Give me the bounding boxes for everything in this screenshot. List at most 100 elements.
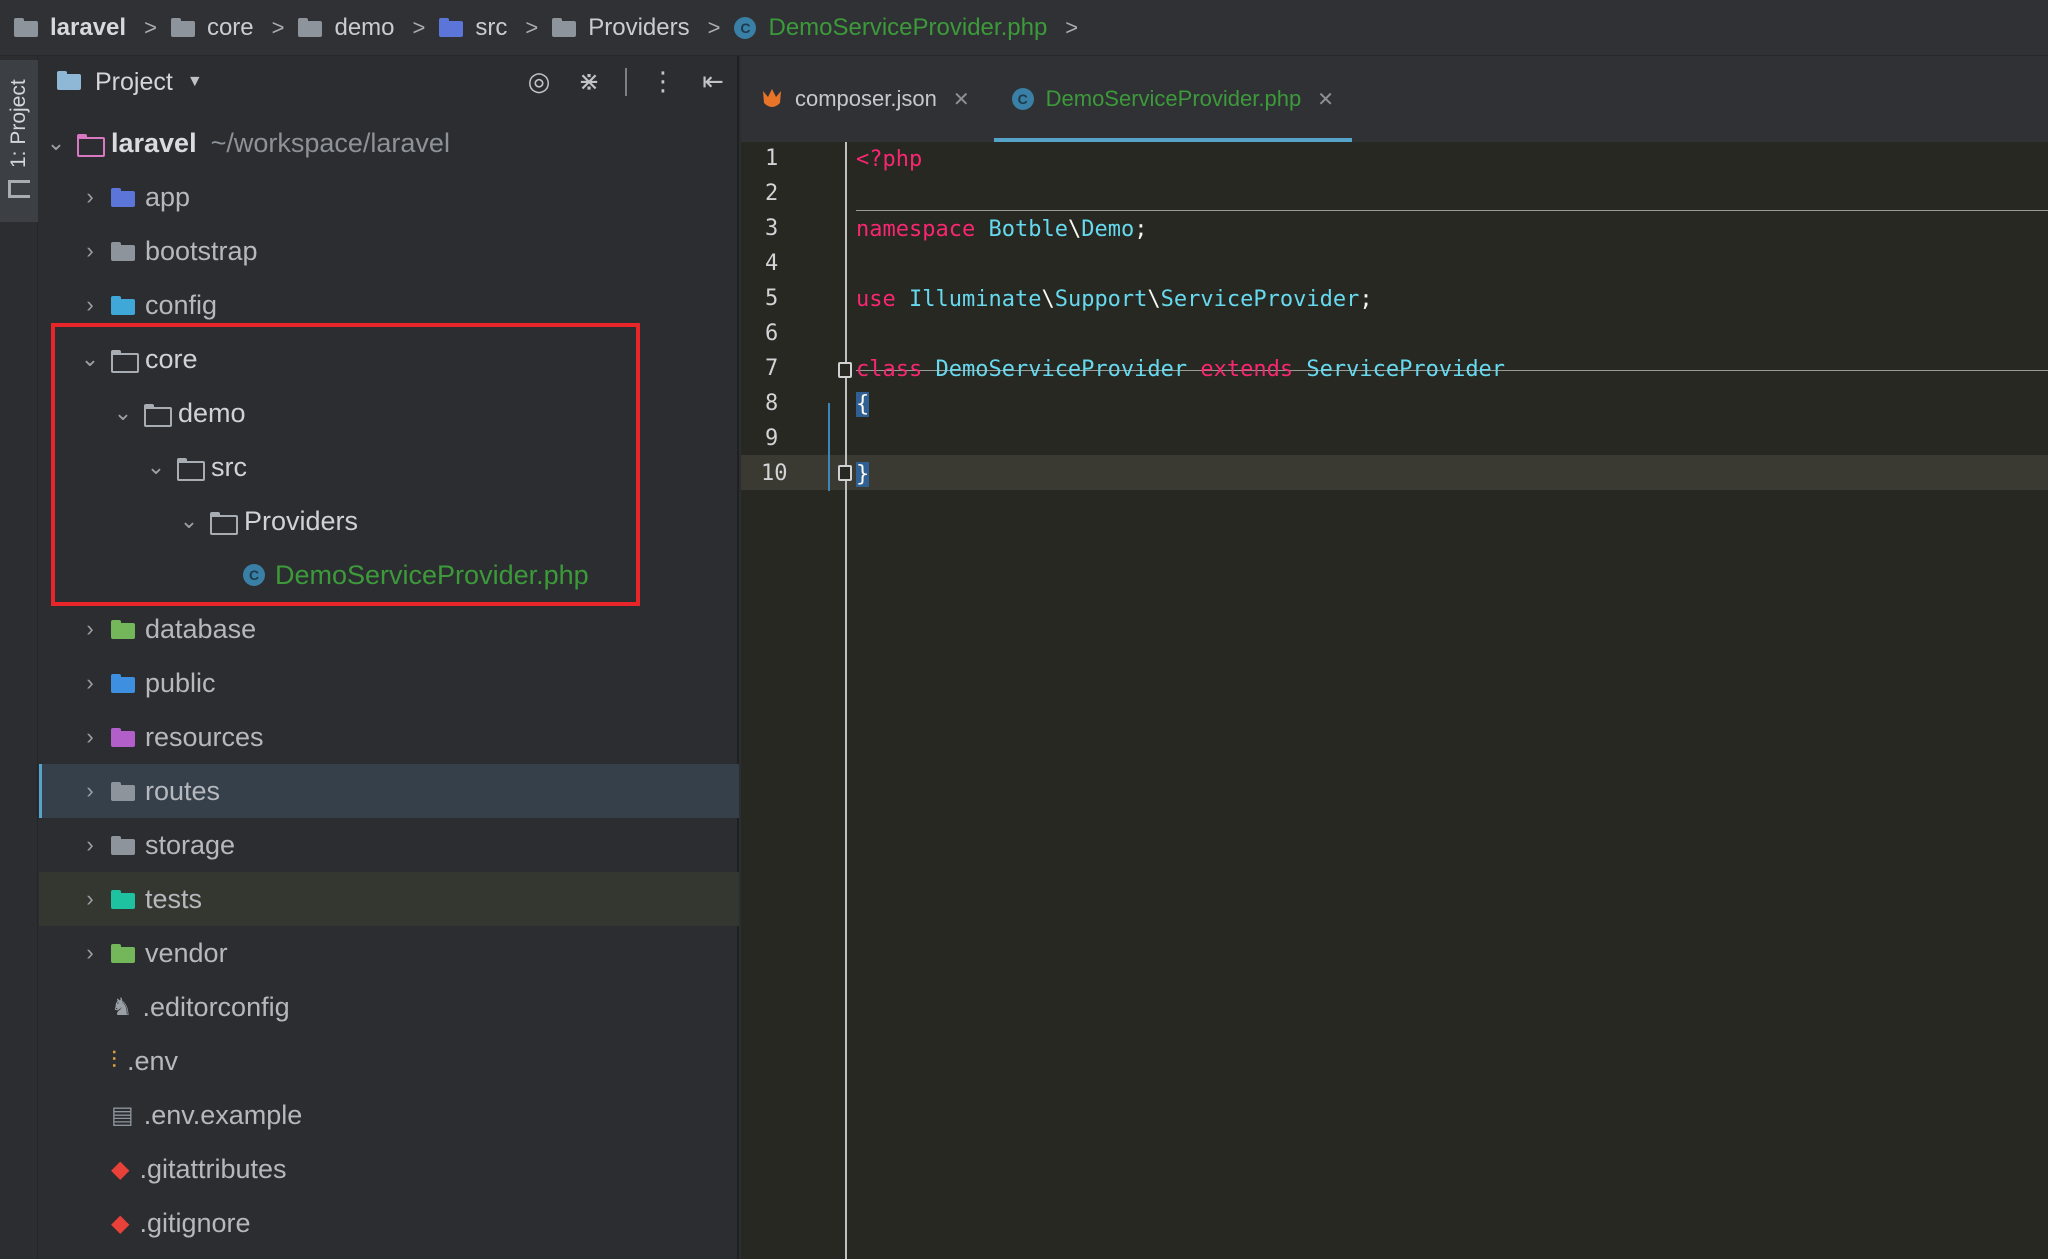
php-class-icon: C: [734, 16, 757, 39]
editor-tab-bar: composer.json ✕ C DemoServiceProvider.ph…: [741, 56, 2048, 142]
chevron-right-icon[interactable]: ›: [79, 724, 101, 750]
chevron-right-icon[interactable]: ›: [79, 886, 101, 912]
chevron-right-icon[interactable]: ›: [79, 940, 101, 966]
chevron-right-icon: >: [144, 14, 157, 40]
fold-collapse-icon[interactable]: [838, 465, 852, 481]
breadcrumb-item-demo[interactable]: demo: [298, 14, 395, 42]
dropdown-caret-icon[interactable]: ▼: [187, 73, 203, 91]
breadcrumb-item-laravel[interactable]: laravel: [14, 14, 126, 42]
gutter-divider: [845, 142, 847, 1259]
folder-icon: [552, 18, 577, 37]
tree-item-env-example[interactable]: ▤ .env.example: [39, 1088, 739, 1142]
tree-item-env[interactable]: ⫶ .env: [39, 1034, 739, 1088]
chevron-right-icon: >: [525, 14, 539, 40]
chevron-right-icon[interactable]: ›: [79, 184, 101, 210]
tree-item-public[interactable]: › public: [39, 656, 739, 710]
toolbar-divider: [625, 67, 627, 96]
chevron-right-icon: >: [707, 14, 721, 40]
text-file-icon: ▤: [111, 1101, 134, 1129]
tree-item-bootstrap[interactable]: › bootstrap: [39, 224, 739, 278]
line-number: 7: [765, 356, 779, 381]
chevron-right-icon: >: [271, 14, 285, 40]
git-icon: ◆: [111, 1155, 130, 1183]
chevron-right-icon: >: [412, 14, 426, 40]
code-line-1: <?php: [856, 147, 923, 172]
project-tab-icon: [8, 180, 30, 198]
config-folder-icon: [111, 295, 135, 315]
editor-pane: composer.json ✕ C DemoServiceProvider.ph…: [741, 56, 2048, 1259]
tree-item-app[interactable]: › app: [39, 170, 739, 224]
project-view-icon: [57, 71, 85, 93]
source-folder-icon: [111, 187, 135, 207]
tree-item-database[interactable]: › database: [39, 602, 739, 656]
tree-item-routes[interactable]: › routes: [39, 764, 739, 818]
chevron-right-icon[interactable]: ›: [79, 670, 101, 696]
tool-window-strip: [0, 56, 38, 1259]
breadcrumb-item-src[interactable]: src: [439, 14, 507, 42]
line-number: 4: [765, 251, 779, 276]
tree-item-gitattributes[interactable]: ◆ .gitattributes: [39, 1142, 739, 1196]
locate-file-icon[interactable]: ◎: [525, 66, 553, 97]
tree-item-gitignore[interactable]: ◆ .gitignore: [39, 1196, 739, 1250]
tree-item-editorconfig[interactable]: ♞ .editorconfig: [39, 980, 739, 1034]
tab-composer-json[interactable]: composer.json ✕: [741, 56, 988, 142]
tree-item-resources[interactable]: › resources: [39, 710, 739, 764]
module-folder-icon: [77, 133, 105, 157]
line-number: 3: [765, 216, 779, 241]
project-view-selector[interactable]: Project: [95, 68, 173, 97]
folder-icon: [298, 18, 323, 37]
more-options-icon[interactable]: ⋮: [649, 66, 677, 97]
breadcrumb-item-core[interactable]: core: [170, 14, 254, 42]
project-panel: Project ▼ ◎ ⋇ ⋮ ⇤ ⌄ laravel ~/workspace/…: [39, 56, 739, 1259]
git-icon: ◆: [111, 1209, 130, 1237]
chevron-right-icon[interactable]: ›: [79, 778, 101, 804]
line-number-gutter: 1 2 3 4 5 6 7 8 9 10: [741, 142, 845, 1259]
line-number: 2: [765, 181, 779, 206]
folder-icon: [111, 241, 135, 261]
collapse-all-icon[interactable]: ⋇: [575, 66, 603, 97]
chevron-down-icon[interactable]: ⌄: [45, 130, 67, 156]
line-number: 5: [765, 286, 779, 311]
project-tool-window-tab[interactable]: 1: Project: [0, 60, 38, 222]
fold-range-indicator: [828, 403, 830, 491]
database-folder-icon: [111, 619, 135, 639]
web-folder-icon: [111, 673, 135, 693]
code-line-8: {: [856, 392, 870, 417]
folder-icon: [14, 18, 38, 37]
fold-collapse-icon[interactable]: [838, 362, 852, 378]
code-editor[interactable]: 1 2 3 4 5 6 7 8 9 10 <?php namespace Bot…: [741, 142, 2048, 1259]
code-line-7: class DemoServiceProvider extends Servic…: [856, 357, 1506, 382]
editorconfig-icon: ♞: [111, 993, 133, 1021]
close-icon[interactable]: ✕: [1317, 87, 1334, 112]
folder-icon: [111, 835, 135, 855]
line-number: 6: [765, 321, 779, 346]
breadcrumb: laravel > core > demo > src > Providers …: [0, 0, 2048, 56]
code-line-3: namespace Botble\Demo;: [856, 217, 1148, 242]
resources-folder-icon: [111, 727, 135, 747]
chevron-right-icon[interactable]: ›: [79, 238, 101, 264]
test-folder-icon: [111, 889, 135, 909]
folder-icon: [170, 18, 195, 37]
chevron-right-icon[interactable]: ›: [79, 832, 101, 858]
vendor-folder-icon: [111, 943, 135, 963]
current-line-highlight: [741, 455, 2048, 490]
tab-demoserviceprovider[interactable]: C DemoServiceProvider.php ✕: [993, 56, 1353, 142]
composer-icon: [761, 87, 783, 111]
close-icon[interactable]: ✕: [953, 87, 970, 112]
chevron-right-icon: >: [1065, 14, 1079, 40]
project-tab-label: 1: Project: [7, 79, 30, 168]
tree-item-storage[interactable]: › storage: [39, 818, 739, 872]
hide-panel-icon[interactable]: ⇤: [699, 66, 727, 97]
chevron-right-icon[interactable]: ›: [79, 616, 101, 642]
breadcrumb-item-file[interactable]: C DemoServiceProvider.php: [734, 14, 1047, 42]
project-panel-header: Project ▼ ◎ ⋇ ⋮ ⇤: [39, 56, 737, 108]
line-number: 10: [761, 461, 788, 486]
breadcrumb-item-providers[interactable]: Providers: [552, 14, 690, 42]
method-separator: [856, 210, 2048, 211]
chevron-right-icon[interactable]: ›: [79, 292, 101, 318]
tree-item-tests[interactable]: › tests: [39, 872, 739, 926]
line-number: 8: [765, 391, 779, 416]
folder-icon: [111, 781, 135, 801]
tree-root-laravel[interactable]: ⌄ laravel ~/workspace/laravel: [39, 116, 739, 170]
tree-item-vendor[interactable]: › vendor: [39, 926, 739, 980]
